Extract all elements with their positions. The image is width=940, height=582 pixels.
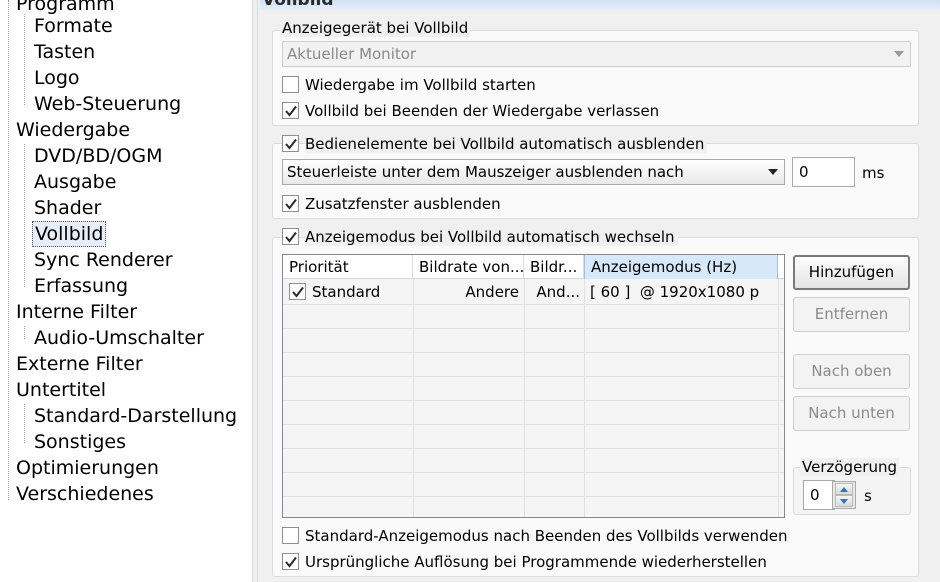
grid-line [413,279,414,517]
remove-button[interactable]: Entfernen [793,297,910,332]
leave-fullscreen-checkbox[interactable] [282,102,299,119]
checkmark-icon [285,105,297,117]
use-default-mode-checkbox[interactable] [282,527,299,544]
grid-line [283,448,784,449]
leave-fullscreen-label: Vollbild bei Beenden der Wiedergabe verl… [305,102,660,120]
grid-line [283,496,784,497]
arrow-down-icon [840,499,848,504]
tree-connector [24,404,25,443]
page-title: Vollbild [262,0,334,10]
cell-priority: Standard [312,283,381,301]
grid-line [584,279,585,517]
monitor-select[interactable]: Aktueller Monitor [282,41,911,67]
tree-connector [24,144,25,287]
spin-up-button[interactable] [835,483,853,495]
chevron-down-icon [768,169,778,175]
arrow-up-icon [840,487,848,492]
column-header-rate-from[interactable]: Bildrate von... [413,255,524,279]
start-fullscreen-label: Wiedergabe im Vollbild starten [305,76,536,94]
tree-item-sync-renderer[interactable]: Sync Renderer [32,247,175,273]
checkmark-icon [285,231,297,243]
monitor-select-value: Aktueller Monitor [287,45,417,63]
column-header-display-mode[interactable]: Anzeigemodus (Hz) [584,255,778,279]
tree-connector [24,326,25,339]
column-header-rate-to[interactable]: Bildr... [524,255,584,279]
grid-line [283,400,784,401]
tree-item-optimierungen[interactable]: Optimierungen [14,455,161,481]
spin-down-button[interactable] [835,495,853,507]
options-tree: Programm Formate Tasten Logo Web-Steueru… [0,0,252,582]
hide-mode-select[interactable]: Steuerleiste unter dem Mauszeiger ausble… [282,159,785,185]
checkmark-icon [285,138,297,150]
use-default-mode-label: Standard-Anzeigemodus nach Beenden des V… [305,527,788,545]
list-header: Priorität Bildrate von... Bildr... Anzei… [283,255,784,279]
switch-delay-label: Verzögerung [800,458,899,476]
checkmark-icon [292,286,304,298]
tree-item-externe-filter[interactable]: Externe Filter [14,351,145,377]
hide-delay-input[interactable]: 0 [792,157,855,187]
tree-item-interne-filter[interactable]: Interne Filter [14,299,139,325]
autohide-controls-checkbox[interactable] [282,135,299,152]
hide-panels-checkbox[interactable] [282,195,299,212]
grid-line [283,472,784,473]
grid-line [283,352,784,353]
hide-delay-unit: ms [862,164,885,182]
tree-item-erfassung[interactable]: Erfassung [32,273,130,299]
tree-item-sonstiges[interactable]: Sonstiges [32,429,128,455]
move-up-button[interactable]: Nach oben [793,354,910,389]
tree-item-shader[interactable]: Shader [32,195,103,221]
display-mode-list[interactable]: Priorität Bildrate von... Bildr... Anzei… [282,254,785,518]
grid-line [283,376,784,377]
row-enabled-checkbox[interactable] [289,283,306,300]
grid-line [524,279,525,517]
tree-item-wiedergabe[interactable]: Wiedergabe [14,117,132,143]
restore-resolution-checkbox[interactable] [282,553,299,570]
autoswitch-mode-label: Anzeigemodus bei Vollbild automatisch we… [305,228,678,246]
grid-line [283,304,784,305]
checkmark-icon [285,198,297,210]
start-fullscreen-checkbox[interactable] [282,76,299,93]
tree-connector [8,0,9,500]
grid-line [778,279,779,517]
column-header-priority[interactable]: Priorität [283,255,413,279]
tree-item-tasten[interactable]: Tasten [32,39,97,65]
tree-item-logo[interactable]: Logo [32,65,82,91]
restore-resolution-label: Ursprüngliche Auflösung bei Programmende… [305,553,767,571]
tree-item-formate[interactable]: Formate [32,13,115,39]
grid-line [283,328,784,329]
add-button[interactable]: Hinzufügen [793,255,910,290]
autoswitch-mode-checkbox[interactable] [282,228,299,245]
checkmark-icon [285,556,297,568]
switch-delay-unit: s [864,487,872,505]
switch-delay-spinner[interactable] [832,481,856,509]
cell-rate-to: And... [536,283,580,301]
tree-item-dvd-bd-ogm[interactable]: DVD/BD/OGM [32,143,164,169]
move-down-button[interactable]: Nach unten [793,396,910,431]
cell-display-mode: [ 60 ] @ 1920x1080 p [590,283,760,301]
tree-item-ausgabe[interactable]: Ausgabe [32,169,118,195]
autohide-controls-label: Bedienelemente bei Vollbild automatisch … [305,135,708,153]
hide-mode-select-value: Steuerleiste unter dem Mauszeiger ausble… [287,163,684,181]
grid-line [283,424,784,425]
tree-item-vollbild[interactable]: Vollbild [32,221,107,247]
tree-item-web-steuerung[interactable]: Web-Steuerung [32,91,183,117]
page-title-bar [260,0,940,10]
tree-item-verschiedenes[interactable]: Verschiedenes [14,481,156,507]
tree-item-standard-darstellung[interactable]: Standard-Darstellung [32,403,239,429]
device-group-label: Anzeigegerät bei Vollbild [280,19,471,37]
tree-connector [24,14,25,105]
switch-delay-input[interactable]: 0 [803,480,835,510]
hide-panels-label: Zusatzfenster ausblenden [305,195,501,213]
tree-item-audio-umschalter[interactable]: Audio-Umschalter [32,325,206,351]
chevron-down-icon [894,51,904,57]
tree-item-untertitel[interactable]: Untertitel [14,377,108,403]
cell-rate-from: Andere [465,283,519,301]
table-row[interactable]: Standard Andere And... [ 60 ] @ 1920x108… [283,280,784,304]
